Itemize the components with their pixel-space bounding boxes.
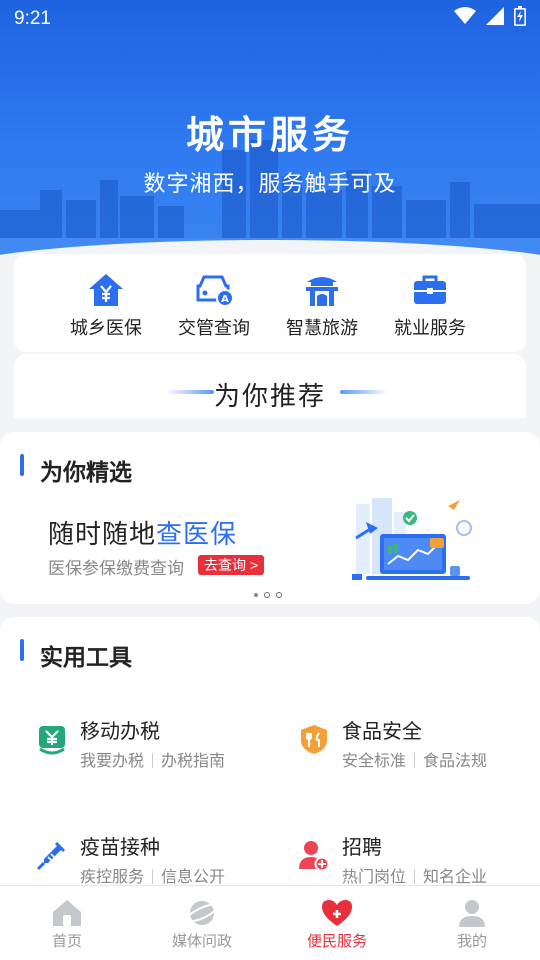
recruit-icon [299,841,330,871]
tool-name: 招聘 [342,837,382,859]
nav-label: 我的 [456,933,487,950]
recommend-header: 为你推荐 [14,354,526,418]
tool-links: 疾控服务 信息公开 [80,863,225,887]
tool-link[interactable]: 疾控服务 [80,869,144,886]
quick-service-medical-insurance[interactable]: 城乡医保 [52,254,160,352]
hero-title: 城市服务 [185,113,354,157]
tool-link[interactable]: 热门岗位 [342,869,406,886]
divider [414,753,416,768]
quick-service-label: 交管查询 [178,318,250,338]
hero-subtitle: 数字湘西，服务触手可及 [143,171,397,196]
tool-links: 我要办税 办税指南 [80,747,225,771]
carousel-indicator [254,592,282,598]
nav-label: 便民服务 [306,933,367,950]
heart-icon [322,900,352,926]
banner-description: 医保参保缴费查询 [48,559,184,578]
tool-link[interactable]: 我要办税 [80,753,144,770]
tool-food-safety[interactable]: 食品安全 安全标准 食品法规 [298,715,540,785]
nav-label: 首页 [51,933,82,950]
tool-link[interactable]: 安全标准 [342,753,406,770]
nav-label: 媒体问政 [171,933,232,950]
banner-title: 随时随地查医保 [48,514,237,551]
nav-home[interactable]: 首页 [22,898,112,951]
divider [152,753,154,768]
briefcase-icon [414,275,446,304]
featured-section-title: 为你精选 [40,459,132,485]
tool-mobile-tax[interactable]: 移动办税 我要办税 办税指南 [36,715,286,785]
svg-text:A: A [221,294,229,305]
quick-services: 城乡医保 A 交管查询 智慧旅游 就业服务 [14,254,526,352]
hero-banner: 9:21 城市服务 数字湘西，服务触手可及 [0,0,540,270]
quick-service-label: 智慧旅游 [286,318,358,338]
nav-media[interactable]: 媒体问政 [157,898,247,951]
tax-icon [39,726,65,755]
divider [152,869,154,884]
battery-icon [514,6,526,26]
wifi-icon [454,7,476,24]
quick-service-tourism[interactable]: 智慧旅游 [268,254,376,352]
home-icon [53,900,81,926]
tool-link[interactable]: 办税指南 [161,753,225,770]
quick-service-label: 城乡医保 [70,318,142,338]
pavilion-icon [306,277,338,306]
divider [414,869,416,884]
food-safety-icon [301,725,327,754]
banner-title-highlight: 查医保 [156,519,238,549]
tool-name: 疫苗接种 [80,837,160,859]
quick-service-label: 就业服务 [394,318,466,338]
tools-section-title: 实用工具 [40,644,132,670]
bottom-navigation: 首页 媒体问政 便民服务 我的 [0,885,540,960]
banner-title-prefix: 随时随地 [48,519,157,549]
quick-service-traffic[interactable]: A 交管查询 [160,254,268,352]
recommend-title: 为你推荐 [213,381,326,411]
quick-service-employment[interactable]: 就业服务 [376,254,484,352]
office-illustration [352,498,472,580]
banner-query-button[interactable]: 去查询 > [198,555,265,575]
carousel-dot[interactable] [254,593,258,597]
featured-card: 为你精选 随时随地查医保 医保参保缴费查询 去查询 > [0,432,540,604]
carousel-dot[interactable] [264,592,270,598]
decor-line-right [340,390,388,394]
tool-name: 移动办税 [80,721,160,743]
home-yuan-icon [89,274,123,306]
car-icon: A [196,275,234,307]
signal-icon [486,7,504,25]
nav-profile[interactable]: 我的 [427,898,517,951]
status-bar: 9:21 [0,0,540,36]
tool-name: 食品安全 [342,721,422,743]
tool-link[interactable]: 食品法规 [423,753,487,770]
status-time: 9:21 [14,8,51,29]
user-icon [459,900,485,927]
section-accent-bar [20,454,24,476]
tool-links: 安全标准 食品法规 [342,747,487,771]
planet-icon [185,901,219,925]
tool-link[interactable]: 知名企业 [423,869,487,886]
syringe-icon [36,841,66,871]
nav-services[interactable]: 便民服务 [292,898,382,951]
section-accent-bar [20,639,24,661]
carousel-dot[interactable] [276,592,282,598]
tool-links: 热门岗位 知名企业 [342,863,487,887]
tool-link[interactable]: 信息公开 [161,869,225,886]
